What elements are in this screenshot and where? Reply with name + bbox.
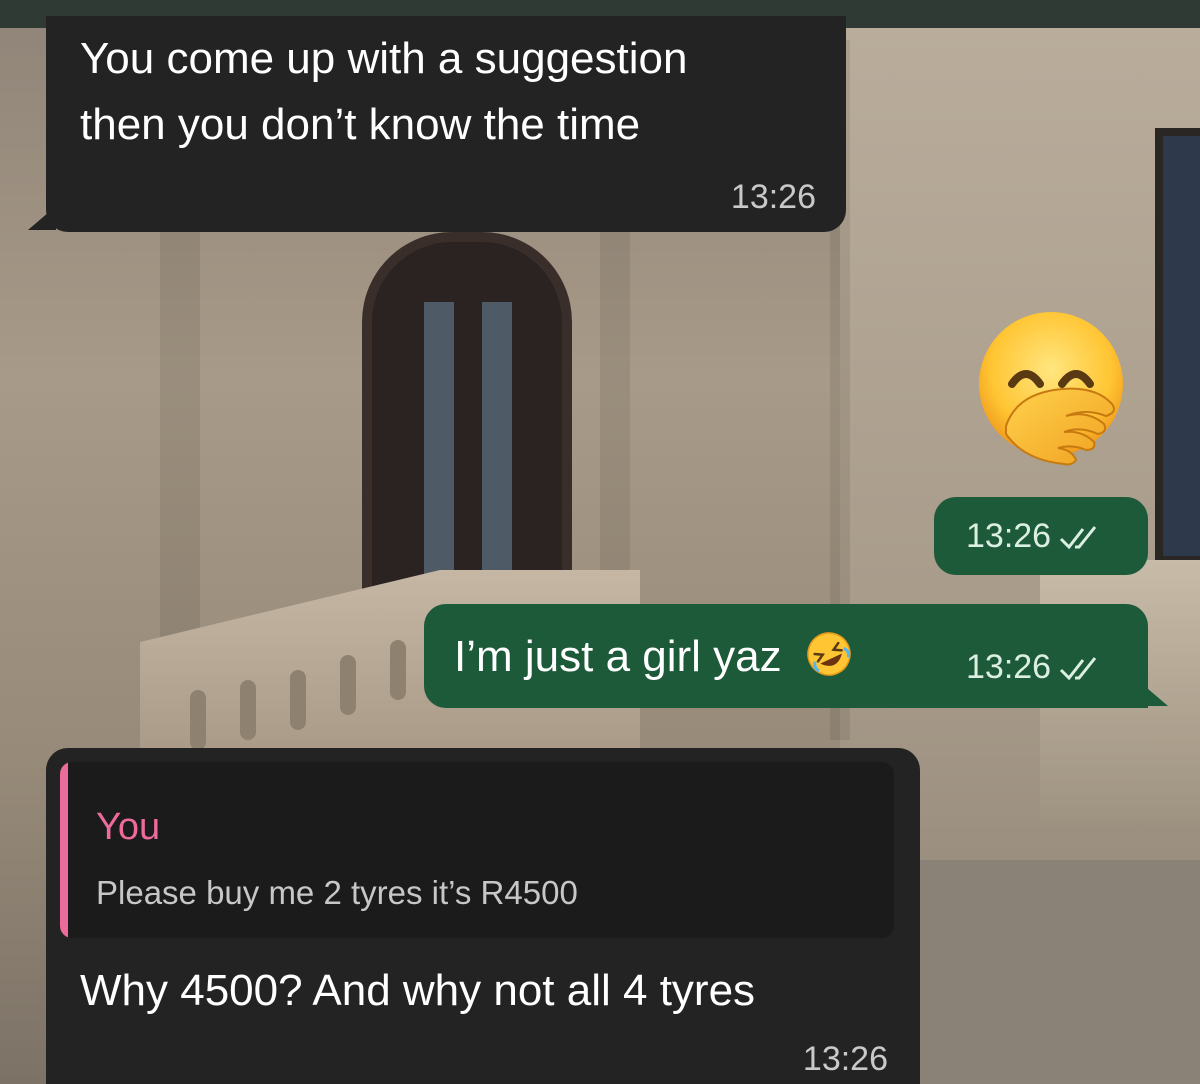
quote-author: You [96, 806, 161, 848]
rolling-on-floor-laughing-icon [807, 632, 851, 676]
message-bubble-incoming[interactable]: You Please buy me 2 tyres it’s R4500 Why… [46, 748, 920, 1084]
wallpaper-window [1155, 128, 1200, 564]
wallpaper-window [362, 232, 572, 602]
message-text: I’m just a girl yaz [454, 624, 854, 690]
message-text: Why 4500? And why not all 4 tyres [80, 966, 756, 1015]
quote-text: Please buy me 2 tyres it’s R4500 [96, 874, 578, 911]
quote-accent-bar [60, 762, 68, 938]
message-time: 13:26 [802, 1040, 888, 1078]
message-text-line: You come up with a suggestion [80, 34, 688, 83]
double-check-icon [1060, 526, 1097, 550]
face-with-hand-over-mouth-icon[interactable] [966, 306, 1136, 476]
message-time: 13:26 [730, 178, 816, 216]
double-check-icon [1060, 657, 1097, 681]
wallpaper-stone [900, 860, 1200, 1084]
message-time: 13:26 [966, 517, 1052, 555]
message-bubble-incoming[interactable]: You come up with a suggestion then you d… [46, 16, 846, 232]
message-bubble-outgoing[interactable]: I’m just a girl yaz 13:26 [424, 604, 1148, 708]
message-time-row: 13:26 [966, 517, 1101, 556]
message-text-line: then you don’t know the time [80, 100, 641, 149]
quoted-message[interactable]: You Please buy me 2 tyres it’s R4500 [60, 762, 894, 938]
message-bubble-outgoing[interactable]: 13:26 [934, 497, 1148, 575]
message-text-content: I’m just a girl yaz [454, 632, 782, 681]
message-time-row: 13:26 [966, 648, 1101, 687]
message-time: 13:26 [966, 648, 1052, 686]
